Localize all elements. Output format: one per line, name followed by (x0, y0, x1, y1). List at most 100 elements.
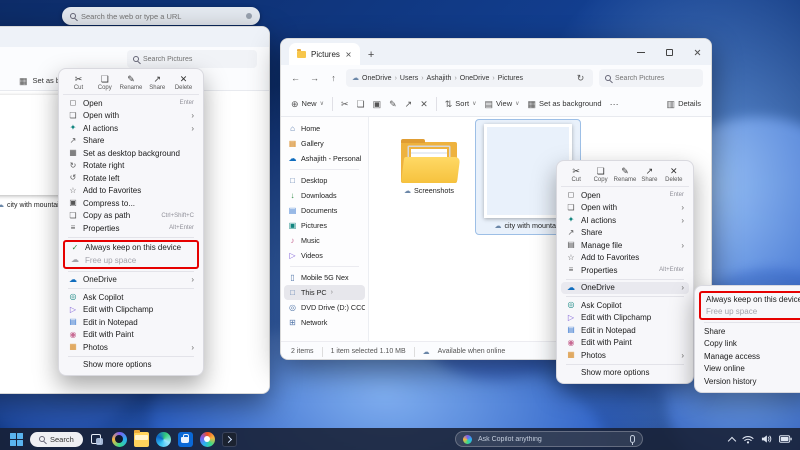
volume-icon[interactable] (761, 434, 772, 444)
task-view-icon[interactable] (90, 432, 105, 447)
photo-thumbnail[interactable] (0, 95, 65, 195)
cut-button[interactable]: ✂Cut (564, 166, 588, 183)
submenu-item-version-history[interactable]: Version history (699, 375, 800, 388)
share-button[interactable]: ↗ (405, 99, 413, 109)
menu-item-add-to-favorites[interactable]: ☆Add to Favorites (561, 252, 689, 265)
sort-button[interactable]: ⇅Sort∨ (445, 99, 477, 109)
sidebar-item-gallery[interactable]: ▦Gallery (284, 136, 365, 151)
share-button[interactable]: ↗Share (637, 166, 661, 183)
submenu-item-free-up-space[interactable]: Free up space (701, 306, 800, 319)
cut-button[interactable]: ✂ (341, 99, 349, 109)
details-button[interactable]: ▥Details (667, 99, 701, 109)
copy-button[interactable]: ❏Copy (588, 166, 612, 183)
breadcrumb-crumb[interactable]: Pictures (498, 75, 523, 82)
menu-item-compress-to[interactable]: ▣Compress to... (63, 197, 199, 210)
copy-button[interactable]: ❏Copy (92, 74, 117, 91)
sidebar-item-onedrive-personal[interactable]: ☁Ashajith - Personal› (284, 151, 365, 166)
desktop-search-bar[interactable] (62, 7, 260, 25)
cut-button[interactable]: ✂Cut (66, 74, 91, 91)
menu-item-open-with[interactable]: ❏Open with› (63, 110, 199, 123)
set-background-button[interactable]: ▦Set as background (528, 99, 602, 109)
new-button[interactable]: ⊕New∨ (291, 99, 324, 109)
menu-item-photos[interactable]: ▦Photos› (561, 349, 689, 362)
sidebar-item-phone-device[interactable]: ▯Mobile 5G Nex (284, 270, 365, 285)
menu-item-rotate-right[interactable]: ↻Rotate right (63, 160, 199, 173)
menu-item-manage-file[interactable]: ▤Manage file› (561, 239, 689, 252)
menu-item-edit-in-notepad[interactable]: ▤Edit in Notepad (561, 324, 689, 337)
menu-item-open[interactable]: ◻OpenEnter (63, 97, 199, 110)
menu-item-ai-actions[interactable]: ✦AI actions› (63, 122, 199, 135)
menu-item-always-keep-on-this-device[interactable]: ✓Always keep on this device (65, 242, 197, 255)
search-box[interactable] (599, 69, 703, 87)
terminal-icon[interactable] (222, 432, 237, 447)
menu-item-show-more-options[interactable]: Show more options (561, 367, 689, 380)
minimize-button[interactable] (627, 39, 655, 65)
sidebar-item-home[interactable]: ⌂Home (284, 121, 365, 136)
search-pictures-input[interactable] (143, 56, 251, 63)
back-icon[interactable]: ← (289, 73, 302, 83)
submenu-item-copy-link[interactable]: Copy link (699, 338, 800, 351)
folder-item-screenshots[interactable]: ☁ Screenshots (383, 139, 475, 195)
breadcrumb-crumb[interactable]: Ashajith (427, 75, 452, 82)
forward-icon[interactable]: → (308, 73, 321, 83)
new-tab-button[interactable]: + (368, 45, 374, 65)
more-options-icon[interactable]: ⋯ (610, 99, 619, 109)
close-button[interactable] (683, 39, 711, 65)
menu-item-add-to-favorites[interactable]: ☆Add to Favorites (63, 185, 199, 198)
menu-item-properties[interactable]: ≡PropertiesAlt+Enter (63, 222, 199, 235)
start-button[interactable] (10, 433, 23, 446)
menu-item-edit-with-paint[interactable]: ◉Edit with Paint (63, 329, 199, 342)
menu-item-edit-in-notepad[interactable]: ▤Edit in Notepad (63, 316, 199, 329)
menu-item-copy-as-path[interactable]: ❏Copy as pathCtrl+Shift+C (63, 210, 199, 223)
menu-item-onedrive[interactable]: ☁OneDrive› (63, 274, 199, 287)
sidebar-item-network[interactable]: ⊞Network (284, 315, 365, 330)
menu-item-share[interactable]: ↗Share (63, 135, 199, 148)
mic-icon[interactable] (246, 13, 252, 19)
menu-item-open[interactable]: ◻OpenEnter (561, 189, 689, 202)
menu-item-ai-actions[interactable]: ✦AI actions› (561, 214, 689, 227)
sidebar-item-this-pc[interactable]: □This PC› (284, 285, 365, 300)
copilot-input-bar[interactable] (455, 431, 643, 447)
microsoft-store-icon[interactable] (178, 432, 193, 447)
rename-button[interactable]: ✎ (389, 99, 397, 109)
file-explorer-icon[interactable] (134, 432, 149, 447)
edge-browser-icon[interactable] (156, 432, 171, 447)
delete-button[interactable]: ✕Delete (662, 166, 686, 183)
sidebar-item-downloads[interactable]: ↓Downloads (284, 188, 365, 203)
sidebar-item-desktop[interactable]: □Desktop (284, 173, 365, 188)
copy-button[interactable]: ❏ (357, 99, 365, 109)
up-icon[interactable]: ↑ (327, 73, 340, 83)
maximize-button[interactable] (655, 39, 683, 65)
submenu-item-share[interactable]: Share (699, 325, 800, 338)
breadcrumb-crumb[interactable]: OneDrive (460, 75, 490, 82)
wifi-icon[interactable] (742, 435, 754, 444)
battery-icon[interactable] (779, 435, 792, 443)
menu-item-edit-with-clipchamp[interactable]: ▷Edit with Clipchamp (561, 312, 689, 325)
menu-item-share[interactable]: ↗Share (561, 227, 689, 240)
submenu-item-view-online[interactable]: View online (699, 363, 800, 376)
delete-button[interactable]: ✕Delete (171, 74, 196, 91)
taskbar-search[interactable]: Search (30, 432, 83, 447)
menu-item-set-desktop-background[interactable]: ▦Set as desktop background (63, 147, 199, 160)
submenu-item-always-keep-on-this-device[interactable]: Always keep on this device (701, 293, 800, 306)
menu-item-show-more-options[interactable]: Show more options (63, 359, 199, 372)
menu-item-photos[interactable]: ▦Photos› (63, 341, 199, 354)
view-button[interactable]: ▤View∨ (484, 99, 519, 109)
copilot-app-icon[interactable] (112, 432, 127, 447)
tab-close-icon[interactable] (346, 51, 352, 57)
menu-item-properties[interactable]: ≡PropertiesAlt+Enter (561, 264, 689, 277)
menu-item-ask-copilot[interactable]: ◎Ask Copilot (561, 299, 689, 312)
sidebar-item-videos[interactable]: ▷Videos (284, 248, 365, 263)
delete-button[interactable]: ✕ (420, 99, 428, 109)
photos-app-icon[interactable] (200, 432, 215, 447)
breadcrumb-crumb[interactable]: OneDrive (362, 75, 392, 82)
hidden-icons-chevron[interactable] (728, 436, 736, 444)
rename-button[interactable]: ✎Rename (613, 166, 637, 183)
menu-item-onedrive[interactable]: ☁OneDrive› (561, 282, 689, 295)
share-button[interactable]: ↗Share (145, 74, 170, 91)
menu-item-ask-copilot[interactable]: ◎Ask Copilot (63, 291, 199, 304)
paste-button[interactable]: ▣ (373, 99, 382, 109)
sidebar-item-dvd-drive[interactable]: ◎DVD Drive (D:) CCC (284, 300, 365, 315)
copilot-input[interactable] (478, 436, 624, 443)
menu-item-open-with[interactable]: ❏Open with› (561, 202, 689, 215)
